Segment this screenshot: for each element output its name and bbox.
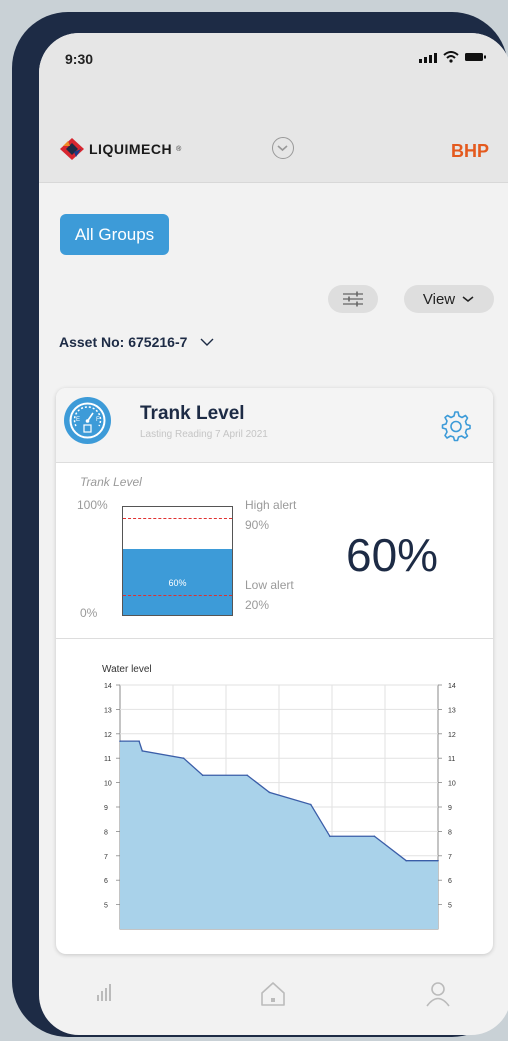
home-icon[interactable]: [258, 979, 288, 1009]
app-screen: 9:30 LIQUIMECH ® BHP All Groups View Ass…: [39, 33, 508, 1035]
y-tick-label-right: 8: [448, 829, 452, 836]
y-tick-label-right: 10: [448, 781, 456, 788]
sliders-icon: [343, 291, 363, 307]
y-tick-label-left: 8: [104, 829, 108, 836]
svg-text:E: E: [76, 417, 80, 423]
fuel-gauge-icon: E F: [64, 397, 111, 444]
y-tick-label-right: 9: [448, 805, 452, 812]
data-point: [405, 859, 408, 862]
y-tick-label-left: 13: [104, 707, 112, 714]
app-header: LIQUIMECH ® BHP: [39, 123, 508, 183]
chevron-down-icon: [200, 338, 214, 346]
low-alert-line: [123, 595, 232, 596]
y-tick-label-right: 14: [448, 683, 456, 690]
tank-level-card: E F Trank Level Lasting Reading 7 April …: [56, 388, 493, 954]
high-alert: High alert 90%: [245, 495, 296, 535]
tank-fill-label: 60%: [168, 578, 187, 588]
filter-button[interactable]: [328, 285, 378, 313]
y-tick-label-left: 14: [104, 683, 112, 690]
low-alert-label: Low alert: [245, 578, 294, 592]
asset-label: Asset No: 675216-7: [59, 334, 188, 350]
last-reading-text: Lasting Reading 7 April 2021: [140, 429, 268, 440]
data-point: [437, 859, 439, 862]
card-header: E F Trank Level Lasting Reading 7 April …: [56, 388, 493, 463]
y-tick-label-right: 6: [448, 878, 452, 885]
battery-icon: [465, 53, 486, 61]
water-level-chart: Water level 5 5 6 6 7 7 8 8 9 9 10 10 11 11 12 12 13 13 14 1…: [56, 639, 493, 954]
data-point: [310, 803, 312, 806]
chevron-down-icon: [277, 145, 288, 152]
data-point: [201, 774, 204, 777]
tank-graphic: 60%: [122, 506, 233, 616]
data-point: [182, 757, 185, 759]
high-alert-line: [123, 518, 232, 519]
customer-brand: BHP: [450, 141, 489, 161]
tank-caption: Trank Level: [80, 475, 142, 489]
chevron-down-icon: [462, 296, 474, 302]
data-point: [268, 791, 271, 794]
tank-max-label: 100%: [77, 498, 108, 512]
status-bar: 9:30: [39, 33, 508, 123]
view-dropdown-button[interactable]: View: [404, 285, 494, 313]
data-point: [373, 835, 376, 838]
y-tick-label-left: 11: [104, 756, 111, 763]
bottom-nav: [39, 969, 508, 1035]
y-tick-label-right: 5: [448, 903, 452, 910]
logo-text: LIQUIMECH: [89, 141, 173, 157]
y-tick-label-left: 7: [104, 854, 108, 861]
water-level-chart-svg: Water level 5 5 6 6 7 7 8 8 9 9 10 10 11 11 12 12 13 13 14 1…: [102, 664, 456, 930]
stats-icon[interactable]: [89, 979, 119, 1009]
data-point: [246, 774, 248, 777]
wifi-icon: [443, 51, 459, 63]
low-alert: Low alert 20%: [245, 575, 294, 615]
data-point: [138, 740, 140, 742]
high-alert-label: High alert: [245, 498, 297, 512]
current-level-value: 60%: [346, 529, 439, 581]
tank-level-section: Trank Level 100% 0% 60% High alert 90% L…: [56, 463, 493, 639]
status-icons: [419, 51, 487, 63]
low-alert-value: 20%: [245, 598, 270, 612]
y-tick-label-right: 12: [448, 732, 456, 739]
data-point: [329, 835, 331, 838]
trademark-mark: ®: [176, 145, 182, 153]
data-point: [119, 740, 121, 742]
asset-selector[interactable]: Asset No: 675216-7: [59, 334, 215, 350]
org-dropdown-button[interactable]: [272, 137, 294, 159]
liquimech-mark-icon: [60, 138, 84, 160]
view-label: View: [422, 290, 456, 308]
y-tick-label-left: 9: [104, 805, 108, 812]
card-title: Trank Level: [140, 403, 245, 424]
y-tick-label-right: 11: [448, 756, 455, 763]
liquimech-logo: LIQUIMECH ®: [59, 137, 181, 161]
tank-min-label: 0%: [80, 606, 98, 620]
status-time: 9:30: [65, 51, 94, 67]
y-tick-label-left: 6: [104, 878, 108, 885]
chart-title: Water level: [102, 664, 152, 675]
data-point: [141, 750, 144, 752]
signal-icon: [419, 53, 437, 63]
y-tick-label-left: 10: [104, 781, 112, 788]
user-icon[interactable]: [423, 979, 453, 1009]
y-tick-label-left: 5: [104, 903, 108, 910]
settings-gear-icon[interactable]: [439, 409, 473, 443]
y-tick-label-right: 13: [448, 707, 456, 714]
y-tick-label-left: 12: [104, 732, 112, 739]
phone-frame: 9:30 LIQUIMECH ® BHP All Groups View Ass…: [12, 12, 508, 1037]
svg-text:F: F: [96, 417, 100, 423]
y-tick-label-right: 7: [448, 854, 452, 861]
all-groups-button[interactable]: All Groups: [60, 214, 169, 255]
high-alert-value: 90%: [245, 518, 270, 532]
